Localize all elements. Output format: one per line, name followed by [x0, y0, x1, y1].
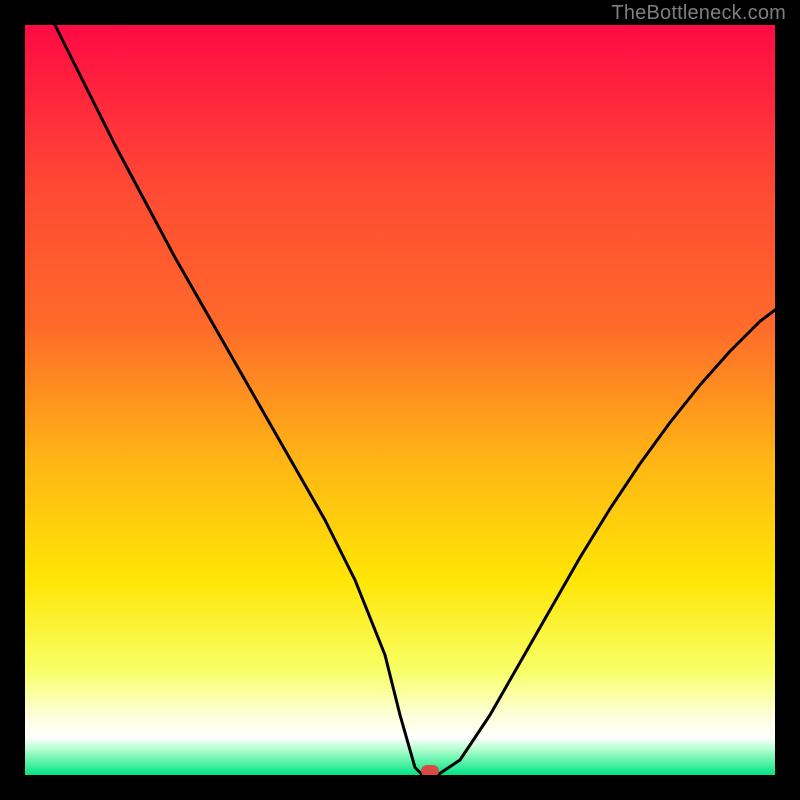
gradient-background	[25, 25, 775, 775]
watermark-text: TheBottleneck.com	[611, 2, 786, 25]
optimal-point-marker	[421, 765, 439, 775]
plot-area	[25, 25, 775, 775]
bottleneck-chart	[25, 25, 775, 775]
chart-frame: TheBottleneck.com	[0, 0, 800, 800]
